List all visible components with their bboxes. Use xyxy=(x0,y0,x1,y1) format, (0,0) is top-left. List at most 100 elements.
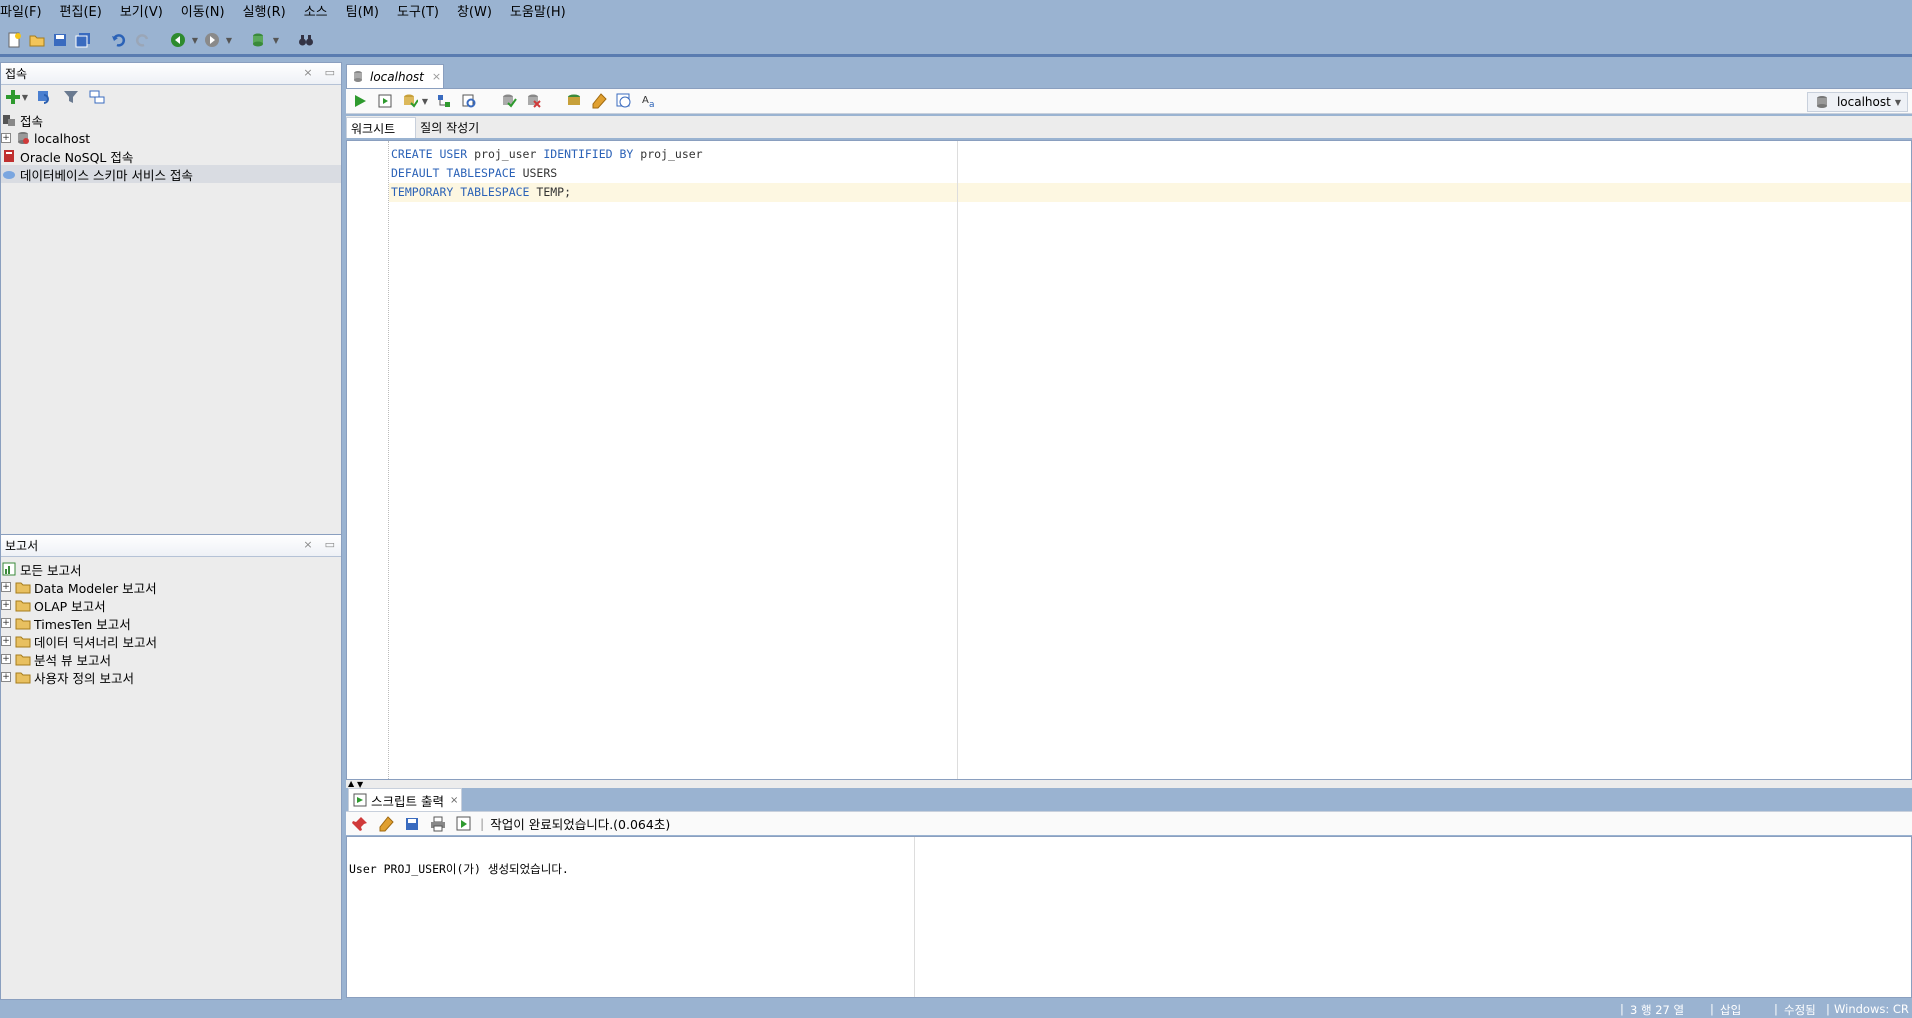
expand-icon[interactable]: + xyxy=(1,672,11,682)
sql-worksheet-dropdown-icon[interactable]: ▼ xyxy=(272,30,280,50)
expand-icon[interactable]: + xyxy=(1,582,11,592)
close-tab-icon[interactable]: × xyxy=(432,70,441,83)
menu-item[interactable]: 도움말(H) xyxy=(510,0,574,26)
tree-item[interactable]: + Data Modeler 보고서 xyxy=(1,578,341,596)
connection-name: localhost xyxy=(1836,95,1891,109)
menu-bar: 파일(F) 편집(E) 보기(V) 이동(N) 실행(R) 소스 팀(M) 도구(T) 창(W)… xyxy=(0,0,1912,26)
connections-toolbar: ▼ xyxy=(1,85,341,109)
expand-icon[interactable]: + xyxy=(1,618,11,628)
tree-item[interactable]: + 사용자 정의 보고서 xyxy=(1,668,341,686)
tree-item[interactable]: + 데이터 딕셔너리 보고서 xyxy=(1,632,341,650)
expand-icon[interactable]: + xyxy=(1,636,11,646)
print-icon[interactable] xyxy=(428,814,448,834)
sql-identifier: proj_user xyxy=(640,147,703,161)
add-connection-dropdown-icon[interactable]: ▼ xyxy=(21,87,29,107)
back-icon[interactable] xyxy=(168,30,188,50)
minimize-icon[interactable]: ▭ xyxy=(325,538,335,551)
tree-item[interactable]: Oracle NoSQL 접속 xyxy=(1,147,341,165)
tab-worksheet[interactable]: 워크시트 xyxy=(346,117,417,138)
code-line: DEFAULT TABLESPACE USERS xyxy=(391,164,557,183)
rollback-icon[interactable] xyxy=(524,91,544,111)
save-icon[interactable] xyxy=(402,814,422,834)
folder-icon xyxy=(15,651,31,667)
run-script-icon[interactable] xyxy=(375,91,395,111)
forward-icon[interactable] xyxy=(202,30,222,50)
undo-icon[interactable] xyxy=(109,30,129,50)
sql-worksheet-icon[interactable] xyxy=(249,30,269,50)
tree-item-label: 데이터 딕셔너리 보고서 xyxy=(34,634,157,650)
commit-dropdown-icon[interactable]: ▼ xyxy=(421,91,429,111)
schema-browser-icon[interactable] xyxy=(87,87,107,107)
menu-item[interactable]: 실행(R) xyxy=(243,0,294,26)
commit-transaction-icon[interactable] xyxy=(499,91,519,111)
save-all-icon[interactable] xyxy=(73,30,93,50)
new-file-icon[interactable] xyxy=(4,30,24,50)
tree-item-label: 모든 보고서 xyxy=(20,562,82,578)
expand-icon[interactable]: + xyxy=(1,654,11,664)
add-connection-icon[interactable] xyxy=(3,87,23,107)
run-statement-icon[interactable] xyxy=(350,91,370,111)
menu-item[interactable]: 이동(N) xyxy=(181,0,233,26)
expand-icon[interactable]: + xyxy=(1,133,11,143)
save-icon[interactable] xyxy=(50,30,70,50)
close-icon[interactable]: × xyxy=(303,538,312,551)
code-line: TEMPORARY TABLESPACE TEMP; xyxy=(391,183,571,202)
tree-item[interactable]: 데이터베이스 스키마 서비스 접속 xyxy=(1,165,341,183)
menu-item[interactable]: 도구(T) xyxy=(397,0,447,26)
eraser-icon[interactable] xyxy=(589,91,609,111)
history-icon[interactable] xyxy=(614,91,634,111)
tree-item[interactable]: + OLAP 보고서 xyxy=(1,596,341,614)
run-output-icon[interactable] xyxy=(454,814,474,834)
tree-item[interactable]: 모든 보고서 xyxy=(1,560,341,578)
tree-item[interactable]: + 분석 뷰 보고서 xyxy=(1,650,341,668)
close-tab-icon[interactable]: × xyxy=(450,795,458,806)
menu-item[interactable]: 파일(F) xyxy=(0,0,50,26)
editor-splitter[interactable]: ▲ ▼ xyxy=(346,779,1912,789)
connection-selector[interactable]: localhost ▼ xyxy=(1806,92,1908,112)
clear-icon[interactable] xyxy=(376,814,396,834)
binoculars-icon[interactable] xyxy=(296,30,316,50)
chevron-up-icon[interactable]: ▲ xyxy=(348,779,354,788)
format-case-icon[interactable]: Aa xyxy=(639,91,659,111)
menu-item[interactable]: 보기(V) xyxy=(120,0,171,26)
pin-icon[interactable] xyxy=(350,814,370,834)
autotrace-icon[interactable] xyxy=(459,91,479,111)
sql-tuning-icon[interactable] xyxy=(564,91,584,111)
toolbar-separator: | xyxy=(480,816,485,831)
forward-dropdown-icon[interactable]: ▼ xyxy=(225,30,233,50)
tab-localhost[interactable]: localhost × xyxy=(346,64,444,88)
toolbar-divider xyxy=(0,54,1912,57)
status-separator: | xyxy=(1620,1002,1624,1016)
minimize-icon[interactable]: ▭ xyxy=(325,66,335,79)
connections-tree: 접속 + localhost Oracle NoSQL 접속 데이터베이스 스키마 서비… xyxy=(1,109,341,183)
redo-icon[interactable] xyxy=(132,30,152,50)
reports-tree: 모든 보고서 + Data Modeler 보고서 + OLAP 보고서 + TimesTe… xyxy=(1,557,341,686)
close-icon[interactable]: × xyxy=(303,66,312,79)
commit-icon[interactable] xyxy=(400,91,420,111)
menu-item[interactable]: 편집(E) xyxy=(60,0,110,26)
folder-icon xyxy=(15,669,31,685)
tree-item[interactable]: + TimesTen 보고서 xyxy=(1,614,341,632)
reports-panel-header: 보고서 × ▭ xyxy=(1,535,341,557)
menu-item[interactable]: 창(W) xyxy=(457,0,500,26)
connections-panel-title: 접속 xyxy=(5,67,28,81)
refresh-icon[interactable] xyxy=(35,87,55,107)
filter-icon[interactable] xyxy=(61,87,81,107)
menu-item[interactable]: 팀(M) xyxy=(346,0,387,26)
tab-query-builder[interactable]: 질의 작성기 xyxy=(416,117,499,138)
back-dropdown-icon[interactable]: ▼ xyxy=(191,30,199,50)
editor-tab-strip xyxy=(344,62,1912,86)
connections-panel: 접속 × ▭ ▼ 접속 + localhost Oracle NoSQL 접속 데이터베… xyxy=(0,62,342,536)
tree-item[interactable]: 접속 xyxy=(1,111,341,129)
sql-editor[interactable]: CREATE USER proj_user IDENTIFIED BY proj… xyxy=(346,140,1912,780)
tab-script-output[interactable]: 스크립트 출력 × xyxy=(348,788,462,811)
chevron-down-icon: ▼ xyxy=(1894,97,1901,107)
menu-item[interactable]: 소스 xyxy=(304,0,336,26)
tree-item[interactable]: + localhost xyxy=(1,129,341,147)
expand-icon[interactable]: + xyxy=(1,600,11,610)
script-output-area[interactable]: User PROJ_USER이(가) 생성되었습니다. xyxy=(346,836,1912,998)
explain-plan-icon[interactable] xyxy=(434,91,454,111)
folder-icon xyxy=(15,615,31,631)
open-folder-icon[interactable] xyxy=(27,30,47,50)
worksheet-subtabs: 워크시트 질의 작성기 xyxy=(346,116,1912,138)
